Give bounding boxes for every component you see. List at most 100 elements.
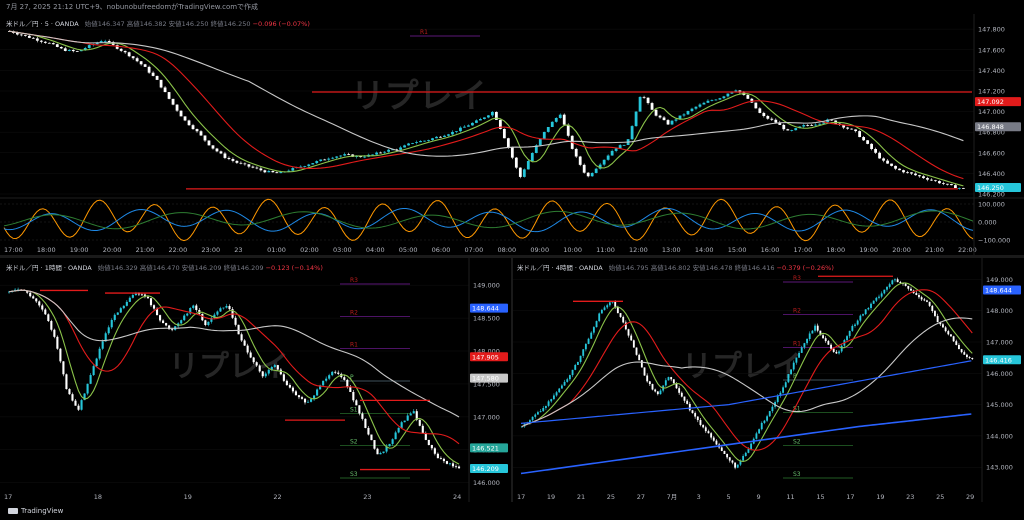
candle bbox=[795, 357, 798, 363]
y-tick-label: 148.000 bbox=[986, 307, 1013, 315]
candle bbox=[110, 319, 113, 328]
candle bbox=[672, 379, 675, 384]
candle bbox=[382, 451, 385, 454]
y-tick-label: 143.000 bbox=[986, 464, 1013, 472]
candle bbox=[455, 131, 458, 132]
candle bbox=[216, 311, 219, 315]
candle bbox=[275, 172, 279, 174]
candle bbox=[770, 118, 774, 120]
candle bbox=[794, 128, 798, 131]
candle bbox=[243, 163, 247, 165]
candle bbox=[870, 303, 872, 308]
x-tick-label: 22 bbox=[273, 493, 281, 501]
price-tag-label: 147.092 bbox=[977, 98, 1004, 106]
candle bbox=[387, 149, 391, 152]
candle bbox=[851, 325, 854, 331]
candle bbox=[858, 131, 862, 138]
candle bbox=[771, 406, 774, 412]
chart-panel-1h[interactable]: 米ドル／円 · 1時間 · OANDA 始値146.329 高値146.470 … bbox=[0, 258, 511, 502]
candle bbox=[646, 375, 649, 382]
candle bbox=[666, 120, 670, 125]
candle bbox=[167, 92, 171, 99]
y-tick-label: 146.400 bbox=[978, 170, 1005, 178]
pivot-label: S2 bbox=[793, 438, 801, 445]
y-tick-label: 147.000 bbox=[473, 413, 500, 421]
candle bbox=[746, 95, 750, 99]
candle bbox=[418, 419, 421, 426]
x-tick-label: 12:00 bbox=[629, 246, 648, 254]
candle bbox=[101, 341, 104, 349]
x-tick-label: 21 bbox=[577, 493, 585, 501]
candle bbox=[352, 392, 355, 401]
candle bbox=[47, 314, 50, 322]
candle bbox=[435, 136, 438, 139]
candle bbox=[722, 96, 726, 99]
candle bbox=[433, 448, 436, 454]
candle bbox=[846, 336, 848, 341]
candle bbox=[300, 397, 304, 399]
candle bbox=[874, 149, 877, 153]
candle bbox=[894, 165, 897, 169]
candle bbox=[538, 138, 542, 146]
candle bbox=[267, 170, 271, 173]
candle bbox=[56, 336, 59, 349]
candle bbox=[227, 157, 231, 160]
x-tick-label: 16:00 bbox=[761, 246, 780, 254]
candle bbox=[918, 175, 921, 177]
candle bbox=[787, 374, 790, 383]
candle bbox=[255, 167, 259, 169]
candle bbox=[258, 365, 261, 372]
candle bbox=[207, 140, 211, 146]
candle bbox=[430, 445, 433, 449]
candle bbox=[406, 415, 409, 421]
candle bbox=[683, 396, 686, 401]
candle bbox=[603, 307, 606, 310]
x-tick-label: 09:00 bbox=[530, 246, 549, 254]
candle bbox=[463, 126, 466, 128]
candle bbox=[139, 61, 143, 65]
candle bbox=[63, 48, 67, 51]
candle bbox=[848, 330, 851, 337]
candle bbox=[399, 147, 402, 150]
footer-brand[interactable]: TradingView bbox=[0, 502, 1024, 520]
x-tick-label: 18 bbox=[94, 493, 102, 501]
candle bbox=[243, 340, 246, 346]
candle bbox=[654, 389, 657, 392]
candle bbox=[62, 361, 65, 375]
candle bbox=[776, 396, 779, 403]
x-tick-label: 19 bbox=[547, 493, 555, 501]
candle bbox=[875, 297, 878, 301]
candle bbox=[578, 156, 582, 165]
candle bbox=[131, 56, 135, 59]
y-tick-label: 147.400 bbox=[978, 67, 1005, 75]
candle bbox=[896, 279, 899, 283]
candle bbox=[439, 136, 442, 138]
candle bbox=[510, 147, 514, 158]
candle bbox=[934, 311, 936, 316]
candle bbox=[610, 150, 614, 156]
chart-panel-4h[interactable]: 米ドル／円 · 4時間 · OANDA 始値146.795 高値146.802 … bbox=[513, 258, 1024, 502]
candle bbox=[285, 380, 288, 385]
candle bbox=[971, 357, 974, 360]
candle bbox=[373, 440, 376, 449]
candle bbox=[125, 301, 128, 306]
candle bbox=[27, 35, 31, 38]
price-tag-label: 148.644 bbox=[472, 305, 499, 313]
chart-panel-5min[interactable]: 米ドル／円 · 5 · OANDA 始値146.347 高値146.382 安値… bbox=[0, 14, 1024, 255]
candle bbox=[952, 336, 955, 342]
candle bbox=[670, 120, 674, 125]
y-tick-label: 148.500 bbox=[473, 315, 500, 323]
candle bbox=[522, 169, 526, 177]
x-tick-label: 24 bbox=[453, 493, 461, 501]
oscillator-tick-label: −100.000 bbox=[978, 237, 1010, 245]
candle bbox=[587, 338, 590, 344]
candle bbox=[159, 315, 162, 321]
candle bbox=[71, 49, 75, 52]
candle bbox=[315, 161, 319, 164]
oscillator-tick-label: 100.000 bbox=[978, 201, 1005, 209]
candle bbox=[222, 307, 225, 309]
candle bbox=[550, 399, 553, 402]
candle bbox=[622, 316, 625, 323]
candle bbox=[802, 125, 806, 127]
pivot-label: R1 bbox=[350, 342, 358, 349]
